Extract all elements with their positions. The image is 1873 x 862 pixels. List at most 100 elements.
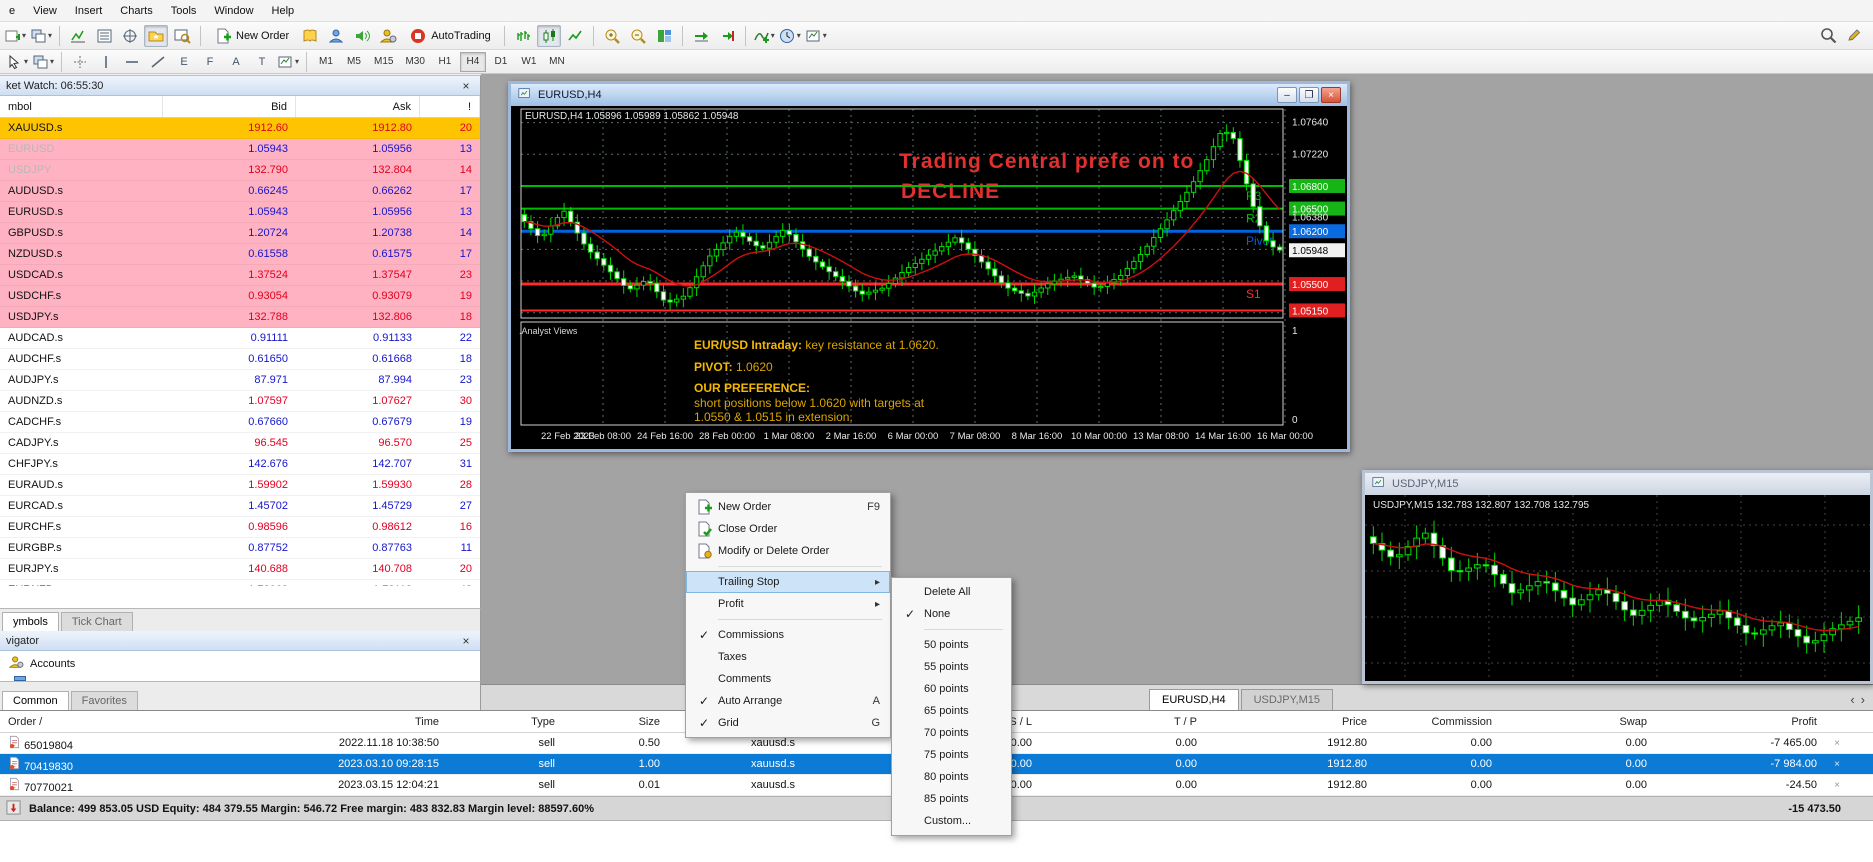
zoom-in-button[interactable] <box>600 25 624 47</box>
expert-advisors-button[interactable] <box>324 25 348 47</box>
timeframe-mn[interactable]: MN <box>544 52 570 72</box>
market-watch-row[interactable]: EURJPY.s140.688140.70820 <box>0 559 480 580</box>
menu-item-modify-or-delete-order[interactable]: Modify or Delete Order <box>686 540 890 562</box>
new-chart-button[interactable]: ▾ <box>3 25 27 47</box>
scroll-left-icon[interactable]: ‹ <box>1850 692 1854 707</box>
data-window-button[interactable] <box>118 25 142 47</box>
close-icon[interactable]: × <box>458 634 474 648</box>
close-icon[interactable]: × <box>1321 87 1341 103</box>
history-center-button[interactable] <box>298 25 322 47</box>
column-type[interactable]: Type <box>447 716 563 728</box>
column-time[interactable]: Time <box>130 716 447 728</box>
vertical-line-button[interactable] <box>94 51 118 73</box>
text-label-button[interactable]: T <box>250 51 274 73</box>
submenu-item-none[interactable]: ✓None <box>892 603 1011 625</box>
window-tab-eurusd-h4[interactable]: EURUSD,H4 <box>1149 689 1239 710</box>
menu-help[interactable]: Help <box>263 2 304 20</box>
timeframe-d1[interactable]: D1 <box>488 52 514 72</box>
maximize-icon[interactable]: ❐ <box>1299 87 1319 103</box>
fibonacci-button[interactable]: F <box>198 51 222 73</box>
market-watch-row[interactable]: EURGBP.s0.877520.8776311 <box>0 538 480 559</box>
minimize-icon[interactable]: – <box>1277 87 1297 103</box>
market-watch-row[interactable]: USDCHF.s0.930540.9307919 <box>0 286 480 307</box>
market-watch-row[interactable]: EURNZD.s1.720691.7211243 <box>0 580 480 586</box>
scroll-right-icon[interactable]: › <box>1861 692 1865 707</box>
timeframe-w1[interactable]: W1 <box>516 52 542 72</box>
menu-tools[interactable]: Tools <box>162 2 206 20</box>
submenu-item-70-points[interactable]: 70 points <box>892 722 1011 744</box>
market-watch-row[interactable]: USDJPY.s132.788132.80618 <box>0 307 480 328</box>
menu-item-commissions[interactable]: ✓Commissions <box>686 624 890 646</box>
column-tp[interactable]: T / P <box>1040 716 1205 728</box>
market-watch-titlebar[interactable]: ket Watch: 06:55:30 × <box>0 76 480 96</box>
chart-shift-button[interactable] <box>715 25 739 47</box>
market-watch-row[interactable]: CHFJPY.s142.676142.70731 <box>0 454 480 475</box>
submenu-item-80-points[interactable]: 80 points <box>892 766 1011 788</box>
menu-insert[interactable]: Insert <box>66 2 112 20</box>
market-watch-button[interactable] <box>92 25 116 47</box>
text-button[interactable]: A <box>224 51 248 73</box>
market-watch-row[interactable]: CADJPY.s96.54596.57025 <box>0 433 480 454</box>
templates-button[interactable]: ▾ <box>804 25 828 47</box>
bar-chart-button[interactable] <box>511 25 535 47</box>
column-bid[interactable]: Bid <box>163 96 296 117</box>
window-tab-usdjpy-m15[interactable]: USDJPY,M15 <box>1241 689 1333 710</box>
new-order-button[interactable]: New Order <box>207 25 296 47</box>
menu-item-close-order[interactable]: Close Order <box>686 518 890 540</box>
market-watch-row[interactable]: EURCHF.s0.985960.9861216 <box>0 517 480 538</box>
menu-view[interactable]: View <box>24 2 66 20</box>
strategy-tester-button[interactable] <box>170 25 194 47</box>
close-icon[interactable]: × <box>458 79 474 93</box>
periods-button[interactable]: ▾ <box>778 25 802 47</box>
column-profit[interactable]: Profit <box>1655 716 1825 728</box>
timeframe-m5[interactable]: M5 <box>341 52 367 72</box>
market-watch-row[interactable]: NZDUSD.s0.615580.6157517 <box>0 244 480 265</box>
navigator-button[interactable] <box>144 25 168 47</box>
usdjpy-titlebar[interactable]: USDJPY,M15 <box>1365 473 1870 495</box>
navigator-titlebar[interactable]: vigator × <box>0 631 480 651</box>
submenu-item-custom-[interactable]: Custom... <box>892 810 1011 832</box>
market-watch-row[interactable]: AUDJPY.s87.97187.99423 <box>0 370 480 391</box>
market-watch-row[interactable]: XAUUSD.s1912.601912.8020 <box>0 118 480 139</box>
column-commission[interactable]: Commission <box>1375 716 1500 728</box>
zoom-out-button[interactable] <box>626 25 650 47</box>
timeframe-m15[interactable]: M15 <box>369 52 398 72</box>
market-watch-row[interactable]: EURAUD.s1.599021.5993028 <box>0 475 480 496</box>
market-watch-row[interactable]: AUDUSD.s0.662450.6626217 <box>0 181 480 202</box>
menu-item-taxes[interactable]: Taxes <box>686 646 890 668</box>
horizontal-line-button[interactable] <box>120 51 144 73</box>
window-list-button[interactable]: ▾ <box>31 51 55 73</box>
column-symbol[interactable]: mbol <box>0 96 163 117</box>
submenu-item-75-points[interactable]: 75 points <box>892 744 1011 766</box>
submenu-item-50-points[interactable]: 50 points <box>892 634 1011 656</box>
candlestick-button[interactable] <box>537 25 561 47</box>
indicators-button[interactable]: ▾ <box>752 25 776 47</box>
submenu-item-60-points[interactable]: 60 points <box>892 678 1011 700</box>
market-watch-row[interactable]: USDJPY132.790132.80414 <box>0 160 480 181</box>
draw-cursor-button[interactable]: ▾ <box>5 51 29 73</box>
arrange-windows-button[interactable] <box>652 25 676 47</box>
market-watch-row[interactable]: CADCHF.s0.676600.6767919 <box>0 412 480 433</box>
column-ask[interactable]: Ask <box>296 96 420 117</box>
tick-chart-button[interactable] <box>66 25 90 47</box>
market-watch-row[interactable]: GBPUSD.s1.207241.2073814 <box>0 223 480 244</box>
timeframe-m30[interactable]: M30 <box>400 52 429 72</box>
line-chart-button[interactable] <box>563 25 587 47</box>
market-watch-row[interactable]: EURCAD.s1.457021.4572927 <box>0 496 480 517</box>
auto-scroll-button[interactable] <box>689 25 713 47</box>
menu-window[interactable]: Window <box>205 2 262 20</box>
submenu-item-85-points[interactable]: 85 points <box>892 788 1011 810</box>
tab-common[interactable]: Common <box>2 691 69 710</box>
menu-file-partial[interactable]: e <box>0 2 24 20</box>
timeframe-h4[interactable]: H4 <box>460 52 486 72</box>
market-watch-row[interactable]: EURUSD.s1.059431.0595613 <box>0 202 480 223</box>
menu-item-trailing-stop[interactable]: Trailing Stop▸ <box>686 571 890 593</box>
eurusd-chart-area[interactable]: Trading Central prefe on toDECLINER3R2Pi… <box>511 106 1347 449</box>
close-order-icon[interactable]: × <box>1825 759 1849 770</box>
usdjpy-candlestick-chart[interactable]: USDJPY,M15 132.783 132.807 132.708 132.7… <box>1365 495 1870 681</box>
timeframe-h1[interactable]: H1 <box>432 52 458 72</box>
alerts-button[interactable] <box>350 25 374 47</box>
submenu-item-65-points[interactable]: 65 points <box>892 700 1011 722</box>
accounts-button[interactable] <box>376 25 400 47</box>
submenu-item-55-points[interactable]: 55 points <box>892 656 1011 678</box>
